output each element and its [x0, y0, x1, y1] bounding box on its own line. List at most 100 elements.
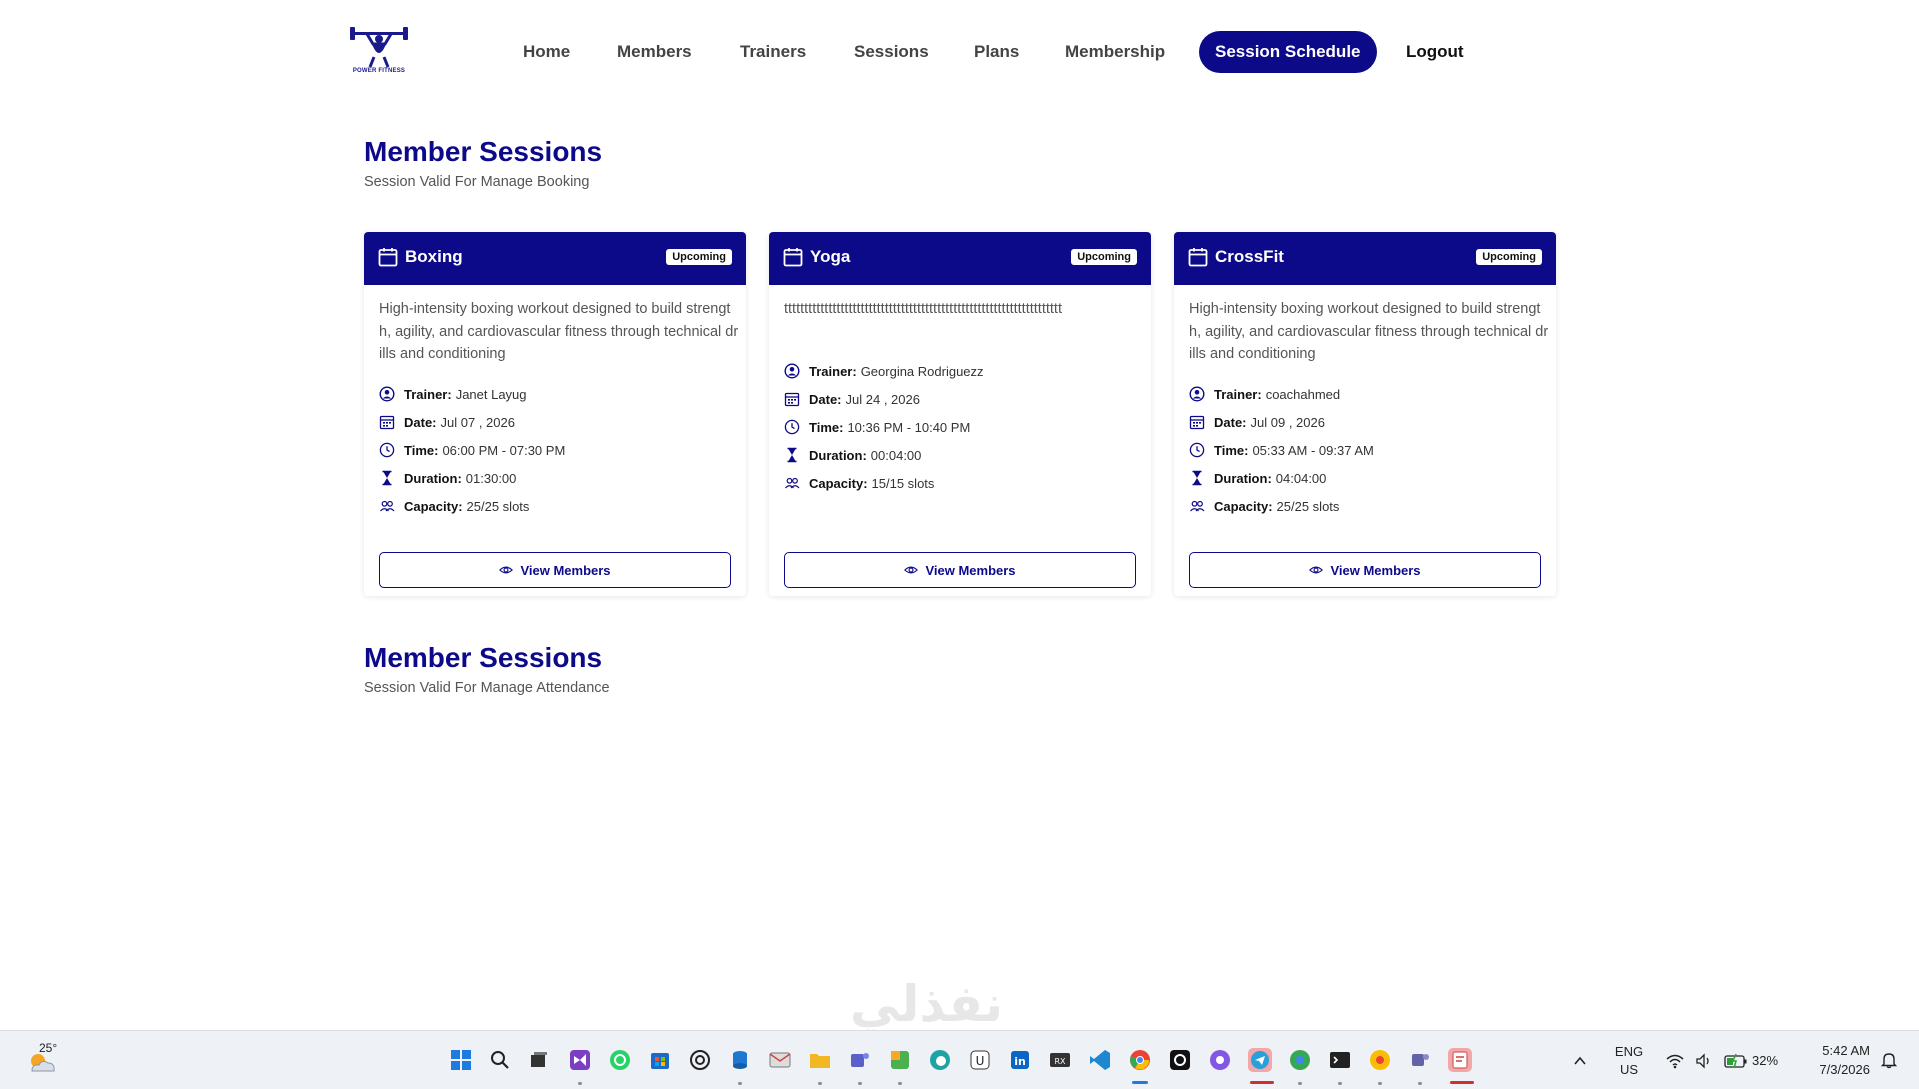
nav-plans[interactable]: Plans: [974, 31, 1019, 73]
calendar-icon: [1189, 415, 1205, 430]
teams-icon[interactable]: [848, 1048, 872, 1072]
clock-time[interactable]: 5:42 AM: [1800, 1043, 1870, 1058]
chatgpt-icon[interactable]: [688, 1048, 712, 1072]
brand-logo[interactable]: POWER FITNESS: [349, 24, 409, 78]
eye-icon: [1309, 566, 1324, 574]
time-label: Time:: [809, 419, 844, 435]
nav-logout[interactable]: Logout: [1406, 31, 1464, 73]
language-indicator[interactable]: ENG: [1614, 1044, 1644, 1059]
app-running-indicator: [1418, 1082, 1422, 1085]
vscode-icon[interactable]: [1088, 1048, 1112, 1072]
calendar-icon: [379, 415, 395, 430]
view-members-button[interactable]: View Members: [1189, 552, 1541, 588]
edge-browser-icon[interactable]: [928, 1048, 952, 1072]
svg-text:U: U: [976, 1054, 985, 1068]
capacity-label: Capacity:: [404, 498, 463, 514]
date-row: Date: Jul 07 , 2026: [379, 408, 565, 436]
linkedin-icon[interactable]: in: [1008, 1048, 1032, 1072]
app-active-indicator: [1132, 1081, 1148, 1084]
github-desktop-icon[interactable]: [1208, 1048, 1232, 1072]
svg-text:in: in: [1014, 1055, 1026, 1068]
app-running-indicator: [738, 1082, 742, 1085]
region-indicator[interactable]: US: [1614, 1062, 1644, 1077]
github-icon[interactable]: [1168, 1048, 1192, 1072]
weather-temperature: 25°: [39, 1041, 58, 1055]
cursor-app-icon[interactable]: U: [968, 1048, 992, 1072]
windows-start-icon[interactable]: [449, 1048, 473, 1072]
calendar-icon: [784, 392, 800, 407]
terminal-script-icon[interactable]: RX: [1048, 1048, 1072, 1072]
clock-icon: [784, 419, 800, 435]
chevron-up-icon[interactable]: [1572, 1053, 1588, 1069]
whatsapp-icon[interactable]: [608, 1048, 632, 1072]
app-running-indicator: [578, 1082, 582, 1085]
terminal-icon[interactable]: [1328, 1048, 1352, 1072]
trainer-label: Trainer:: [809, 363, 857, 379]
microsoft-store-icon[interactable]: [648, 1048, 672, 1072]
user-circle-icon: [379, 386, 395, 402]
clock-icon: [1189, 442, 1205, 458]
wifi-icon[interactable]: [1666, 1053, 1684, 1069]
app-running-indicator: [1338, 1082, 1342, 1085]
mail-icon[interactable]: [768, 1048, 792, 1072]
session-info-list: Trainer: Janet Layug Date: Jul 07 , 2026 T…: [379, 380, 565, 520]
session-info-list: Trainer: Georgina Rodriguezz Date: Jul 24 …: [784, 357, 984, 497]
user-circle-icon: [1189, 386, 1205, 402]
app-running-indicator: [818, 1082, 822, 1085]
users-icon: [785, 477, 800, 489]
nav-trainers[interactable]: Trainers: [740, 31, 806, 73]
search-icon[interactable]: [488, 1048, 512, 1072]
database-icon[interactable]: [728, 1048, 752, 1072]
session-card-header: Boxing Upcoming: [364, 232, 746, 285]
chrome-icon[interactable]: [1368, 1048, 1392, 1072]
task-view-icon[interactable]: [527, 1048, 551, 1072]
trainer-row: Trainer: coachahmed: [1189, 380, 1374, 408]
date-row: Date: Jul 24 , 2026: [784, 385, 984, 413]
calendar-icon: [378, 248, 398, 267]
view-members-label: View Members: [1330, 562, 1421, 578]
session-title: CrossFit: [1215, 247, 1284, 266]
view-members-button[interactable]: View Members: [784, 552, 1136, 588]
app-running-indicator: [1298, 1082, 1302, 1085]
nav-session-schedule[interactable]: Session Schedule: [1199, 31, 1377, 73]
view-members-label: View Members: [925, 562, 1016, 578]
visual-studio-icon[interactable]: [568, 1048, 592, 1072]
capacity-row: Capacity: 25/25 slots: [1189, 492, 1374, 520]
nav-sessions[interactable]: Sessions: [854, 31, 929, 73]
app-running-indicator: [1378, 1082, 1382, 1085]
snipping-tool-icon[interactable]: [1448, 1048, 1472, 1072]
date-value: Jul 07 , 2026: [440, 414, 515, 430]
clock-date[interactable]: 7/3/2026: [1800, 1062, 1870, 1077]
hourglass-icon: [787, 447, 797, 463]
notification-bell-icon[interactable]: [1880, 1051, 1898, 1069]
view-members-button[interactable]: View Members: [379, 552, 731, 588]
telegram-icon[interactable]: [1248, 1048, 1272, 1072]
file-explorer-icon[interactable]: [808, 1048, 832, 1072]
duration-label: Duration:: [404, 470, 462, 486]
maps-app-icon[interactable]: [888, 1048, 912, 1072]
session-title: Yoga: [810, 247, 851, 266]
calendar-icon: [783, 248, 803, 267]
nav-members[interactable]: Members: [617, 31, 692, 73]
teams-work-icon[interactable]: [1408, 1048, 1432, 1072]
volume-icon[interactable]: [1695, 1053, 1713, 1069]
attendance-section-subtitle: Session Valid For Manage Attendance: [364, 680, 610, 696]
chrome-profile-icon[interactable]: [1288, 1048, 1312, 1072]
date-value: Jul 24 , 2026: [845, 391, 920, 407]
chrome-browser-icon[interactable]: [1128, 1048, 1152, 1072]
battery-charging-icon[interactable]: [1724, 1052, 1748, 1070]
time-label: Time:: [404, 442, 439, 458]
session-card-header: CrossFit Upcoming: [1174, 232, 1556, 285]
nav-home[interactable]: Home: [523, 31, 570, 73]
users-icon: [380, 500, 395, 512]
nav-membership[interactable]: Membership: [1065, 31, 1165, 73]
capacity-label: Capacity:: [1214, 498, 1273, 514]
trainer-label: Trainer:: [404, 386, 452, 402]
time-value: 05:33 AM - 09:37 AM: [1252, 442, 1374, 458]
session-title: Boxing: [405, 247, 463, 266]
brand-logo-text: POWER FITNESS: [352, 68, 406, 74]
session-info-list: Trainer: coachahmed Date: Jul 09 , 2026 Ti…: [1189, 380, 1374, 520]
duration-label: Duration:: [1214, 470, 1272, 486]
navbar: POWER FITNESS Home Members Trainers Sess…: [0, 0, 1919, 102]
capacity-value: 25/25 slots: [466, 498, 530, 514]
